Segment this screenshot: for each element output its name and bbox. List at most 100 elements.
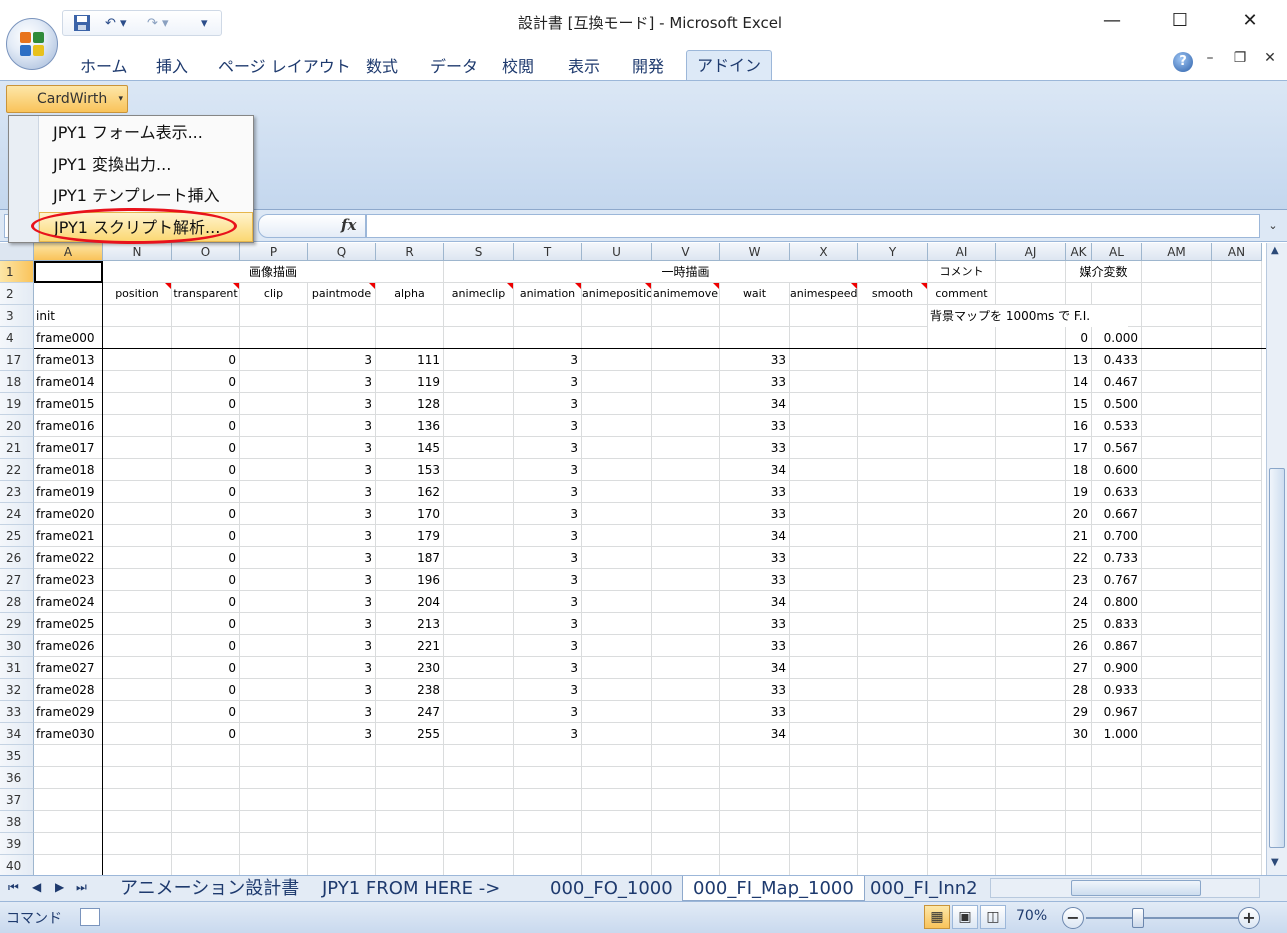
grid-cell[interactable] [444,371,514,393]
grid-cell[interactable] [103,437,172,459]
grid-cell[interactable] [1142,723,1212,745]
cell-r[interactable]: 145 [376,437,444,459]
grid-cell[interactable] [790,657,858,679]
cell-ak[interactable]: 17 [1066,437,1092,459]
grid-cell[interactable] [1212,437,1262,459]
select-all-corner[interactable] [0,243,34,261]
grid-cell[interactable] [1142,415,1212,437]
grid-cell[interactable] [790,437,858,459]
grid-cell[interactable] [858,811,928,833]
grid-cell[interactable] [103,723,172,745]
expand-formula-bar-button[interactable]: ⌄ [1262,214,1284,238]
grid-cell[interactable] [1212,767,1262,789]
grid-cell[interactable] [582,745,652,767]
param-header[interactable]: comment [928,283,996,305]
scroll-up-icon[interactable]: ▲ [1271,245,1279,256]
grid-cell[interactable] [1142,283,1212,305]
cell-ak[interactable]: 23 [1066,569,1092,591]
grid-cell[interactable] [444,701,514,723]
column-header[interactable]: W [720,243,790,261]
grid-cell[interactable] [1092,811,1142,833]
column-header[interactable]: P [240,243,308,261]
grid-cell[interactable] [582,657,652,679]
menu-item-convert-output[interactable]: JPY1 変換出力... [39,150,253,180]
grid-cell[interactable] [652,305,720,327]
grid-cell[interactable] [582,833,652,855]
grid-cell[interactable] [514,855,582,875]
grid-cell[interactable] [928,415,996,437]
grid-cell[interactable] [720,767,790,789]
grid-cell[interactable] [444,767,514,789]
cell-q[interactable]: 3 [308,613,376,635]
grid-cell[interactable] [996,635,1066,657]
grid-cell[interactable] [652,503,720,525]
column-header[interactable]: A [34,243,103,261]
grid-cell[interactable] [582,415,652,437]
grid-cell[interactable] [720,811,790,833]
horizontal-scroll-thumb[interactable] [1071,880,1201,896]
grid-cell[interactable] [928,745,996,767]
grid-cell[interactable] [308,789,376,811]
grid-cell[interactable] [652,613,720,635]
grid-cell[interactable] [444,547,514,569]
zoom-out-button[interactable]: − [1062,907,1084,929]
grid-cell[interactable] [1142,657,1212,679]
grid-cell[interactable] [34,767,103,789]
grid-cell[interactable] [103,855,172,875]
cell-t[interactable]: 3 [514,503,582,525]
column-header[interactable]: AK [1066,243,1092,261]
grid-cell[interactable] [444,459,514,481]
grid-cell[interactable] [928,503,996,525]
grid-cell[interactable] [103,349,172,371]
cell-ak[interactable]: 22 [1066,547,1092,569]
grid-cell[interactable] [1212,701,1262,723]
grid-cell[interactable] [1092,767,1142,789]
grid-cell[interactable] [34,833,103,855]
grid-cell[interactable] [308,811,376,833]
cell-frame-label[interactable]: frame019 [34,481,103,503]
param-header[interactable]: animemove [652,283,720,305]
grid-cell[interactable] [1212,657,1262,679]
grid-cell[interactable] [928,393,996,415]
row-header[interactable]: 2 [0,283,34,305]
column-header[interactable]: AJ [996,243,1066,261]
column-header[interactable]: Q [308,243,376,261]
cell-o[interactable]: 0 [172,569,240,591]
grid-cell[interactable] [652,349,720,371]
grid-cell[interactable] [1212,855,1262,875]
grid-cell[interactable] [240,305,308,327]
grid-cell[interactable] [444,679,514,701]
grid-cell[interactable] [928,789,996,811]
cell-al[interactable]: 0.767 [1092,569,1142,591]
row-header[interactable]: 39 [0,833,34,855]
grid-cell[interactable] [858,569,928,591]
grid-cell[interactable] [1142,371,1212,393]
cell-q[interactable]: 3 [308,481,376,503]
cell-r[interactable]: 196 [376,569,444,591]
cell-w[interactable]: 34 [720,393,790,415]
column-header[interactable]: N [103,243,172,261]
column-header[interactable]: AL [1092,243,1142,261]
grid-cell[interactable] [172,327,240,349]
grid-cell[interactable] [103,613,172,635]
grid-cell[interactable] [652,591,720,613]
grid-cell[interactable] [444,855,514,875]
grid-cell[interactable] [858,591,928,613]
cell-o[interactable]: 0 [172,525,240,547]
grid-cell[interactable] [1092,283,1142,305]
grid-cell[interactable] [172,833,240,855]
grid-cell[interactable] [996,657,1066,679]
grid-cell[interactable] [582,459,652,481]
grid-cell[interactable] [928,701,996,723]
column-header[interactable]: AM [1142,243,1212,261]
grid-cell[interactable] [240,569,308,591]
zoom-slider-thumb[interactable] [1132,908,1144,928]
grid-cell[interactable] [1142,327,1212,349]
row-header[interactable]: 36 [0,767,34,789]
grid-cell[interactable] [858,833,928,855]
normal-view-button[interactable]: ▦ [924,905,950,929]
grid-cell[interactable] [103,393,172,415]
grid-cell[interactable] [103,547,172,569]
grid-cell[interactable] [1142,745,1212,767]
grid-cell[interactable] [1066,283,1092,305]
